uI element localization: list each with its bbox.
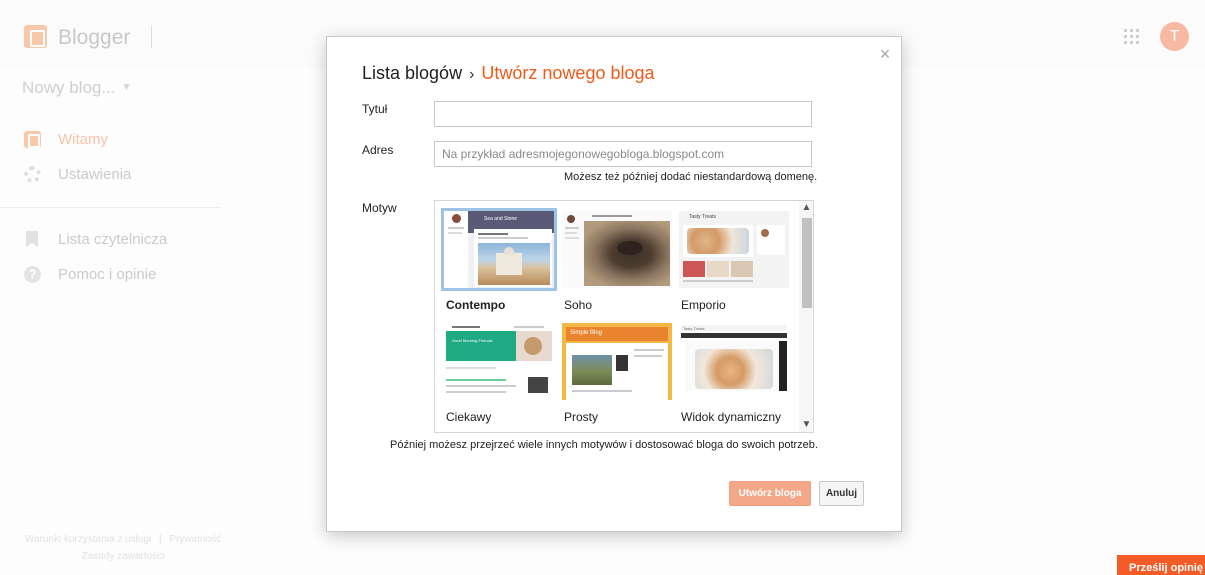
sidebar-footer: Warunki korzystania z usługi | Prywatnoś… bbox=[18, 531, 228, 565]
scrollbar-thumb[interactable] bbox=[802, 218, 812, 308]
breadcrumb-separator: › bbox=[469, 66, 475, 83]
breadcrumb-current: Utwórz nowego bloga bbox=[481, 63, 655, 83]
theme-name: Contempo bbox=[446, 298, 506, 312]
terms-link[interactable]: Warunki korzystania z usługi bbox=[25, 534, 151, 545]
footer-separator: | bbox=[159, 534, 162, 545]
bookmark-icon bbox=[26, 230, 38, 248]
theme-thumbnail: Tasty Treats bbox=[679, 211, 789, 288]
theme-name: Widok dynamiczny bbox=[681, 410, 782, 424]
address-input[interactable] bbox=[434, 141, 812, 167]
thumb-title: Good Morning Friends! bbox=[452, 338, 493, 343]
header-divider bbox=[151, 26, 152, 48]
sidebar-item-settings[interactable]: Ustawienia bbox=[24, 163, 131, 185]
theme-name: Prosty bbox=[564, 410, 599, 424]
sidebar-item-label: Lista czytelnicza bbox=[58, 230, 168, 248]
sidebar-item-welcome[interactable]: Witamy bbox=[24, 128, 108, 150]
cancel-button[interactable]: Anuluj bbox=[819, 481, 864, 506]
privacy-link[interactable]: Prywatność bbox=[169, 534, 221, 545]
blog-selector[interactable]: Nowy blog... ▼ bbox=[22, 78, 131, 98]
thumb-title: Tasty Treats bbox=[683, 326, 705, 331]
theme-thumbnail bbox=[562, 211, 672, 288]
thumb-title: Tasty Treats bbox=[689, 214, 716, 220]
apps-grid-icon[interactable] bbox=[1124, 29, 1140, 45]
sidebar-item-label: Witamy bbox=[58, 130, 108, 148]
sidebar-item-reading-list[interactable]: Lista czytelnicza bbox=[24, 228, 167, 250]
dialog-breadcrumb: Lista blogów › Utwórz nowego bloga bbox=[362, 63, 655, 84]
blog-selector-label: Nowy blog... bbox=[22, 78, 116, 97]
close-icon[interactable]: × bbox=[877, 45, 893, 63]
sidebar-item-label: Ustawienia bbox=[58, 165, 132, 183]
help-icon: ? bbox=[24, 265, 41, 283]
thumb-title: Simple Blog bbox=[570, 330, 603, 336]
sidebar-divider bbox=[0, 207, 220, 208]
gear-icon bbox=[24, 165, 41, 183]
sidebar-item-help[interactable]: ? Pomoc i opinie bbox=[24, 263, 156, 285]
send-feedback-button[interactable]: Prześlij opinię bbox=[1117, 555, 1205, 575]
theme-thumbnail: Tasty Treats bbox=[679, 323, 789, 400]
thumb-title: Sea and Stone bbox=[484, 216, 518, 222]
avatar[interactable]: T bbox=[1160, 22, 1189, 51]
custom-domain-hint: Możesz też później dodać niestandardową … bbox=[564, 171, 818, 183]
title-label: Tytuł bbox=[362, 102, 388, 116]
theme-picker: Sea and Stone Contempo Soho Tasty Treats… bbox=[434, 200, 814, 433]
content-policy-link[interactable]: Zasady zawartości bbox=[82, 551, 165, 562]
sidebar-item-label: Pomoc i opinie bbox=[58, 265, 157, 283]
blogger-icon bbox=[24, 130, 41, 148]
address-label: Adres bbox=[362, 143, 394, 157]
themes-footnote: Później możesz przejrzeć wiele innych mo… bbox=[390, 439, 818, 451]
scroll-up-icon[interactable]: ▲ bbox=[799, 201, 813, 215]
theme-name: Ciekawy bbox=[446, 410, 492, 424]
theme-name: Soho bbox=[564, 298, 593, 312]
theme-label: Motyw bbox=[362, 201, 397, 215]
theme-thumbnail: Simple Blog bbox=[562, 323, 672, 400]
title-input[interactable] bbox=[434, 101, 812, 127]
theme-thumbnail: Good Morning Friends! bbox=[444, 323, 554, 400]
blogger-logo-icon[interactable] bbox=[24, 25, 47, 48]
scroll-down-icon[interactable]: ▼ bbox=[799, 418, 813, 432]
breadcrumb-blog-list[interactable]: Lista blogów bbox=[362, 63, 462, 83]
caret-down-icon: ▼ bbox=[121, 82, 132, 93]
create-blog-button[interactable]: Utwórz bloga bbox=[729, 481, 811, 506]
app-name[interactable]: Blogger bbox=[58, 26, 130, 50]
theme-thumbnail: Sea and Stone bbox=[444, 211, 554, 288]
theme-scrollbar[interactable]: ▲ ▼ bbox=[799, 201, 813, 432]
theme-name: Emporio bbox=[681, 298, 726, 312]
create-blog-dialog: × Lista blogów › Utwórz nowego bloga Tytuł… bbox=[326, 36, 902, 532]
